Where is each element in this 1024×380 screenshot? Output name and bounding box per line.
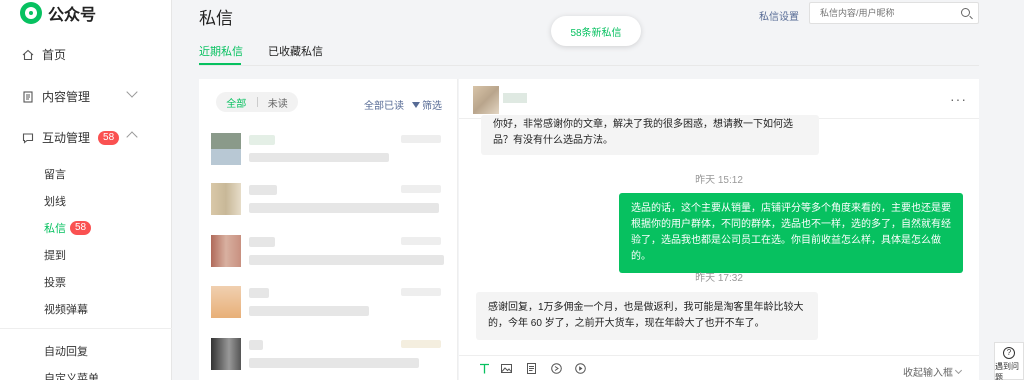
sidebar: 公众号 首页 内容管理 互动管理 58 留言 划线 私信 58 提到 投票 视频…	[0, 0, 172, 380]
message-timestamp: 昨天 15:12	[695, 175, 743, 186]
sidebar-subitem-mentions[interactable]: 提到	[44, 247, 66, 263]
list-item[interactable]	[211, 235, 446, 275]
more-options-button[interactable]: ···	[950, 91, 967, 107]
tabs-divider	[199, 65, 979, 66]
collapse-input-label: 收起输入框	[903, 368, 953, 379]
chevron-down-icon	[954, 366, 963, 374]
filter-unread[interactable]: 未读	[258, 95, 299, 110]
contact-name	[503, 93, 527, 103]
logo[interactable]: 公众号	[20, 2, 96, 24]
sidebar-item-label: 内容管理	[42, 90, 91, 104]
compose-toolbar: 收起输入框	[459, 355, 979, 380]
filter-all[interactable]: 全部	[216, 95, 257, 110]
message-timestamp: 昨天 17:32	[695, 273, 743, 284]
avatar	[211, 338, 241, 370]
unread-badge: 58	[70, 221, 92, 235]
home-icon	[22, 49, 34, 60]
chat-panel: ··· 你好，非常感谢你的文章，解决了我的很多困惑，想请教一下如何选品？有没有什…	[459, 79, 979, 380]
message-bubble-sent: 选品的话，这个主要从销量，店铺评分等多个角度来看的，主要也还是要根据你的用户群体…	[619, 193, 963, 273]
search-input[interactable]	[820, 8, 950, 18]
sidebar-subitem-messages[interactable]: 私信 58	[44, 220, 92, 236]
active-tab-indicator	[199, 63, 241, 65]
text-icon[interactable]	[479, 363, 490, 374]
document-icon	[23, 90, 33, 103]
divider	[0, 328, 172, 329]
sidebar-subitem-custom-menu[interactable]: 自定义菜单	[44, 370, 99, 380]
chat-icon	[22, 132, 34, 144]
new-messages-pill[interactable]: 58条新私信	[551, 16, 641, 46]
list-item[interactable]	[211, 286, 446, 326]
image-icon[interactable]	[501, 363, 512, 374]
sidebar-item-interaction[interactable]: 互动管理 58	[22, 129, 120, 146]
sidebar-item-label: 首页	[42, 48, 67, 62]
sidebar-item-content[interactable]: 内容管理	[22, 88, 90, 105]
message-bubble-received: 你好，非常感谢你的文章，解决了我的很多困惑，想请教一下如何选品？有没有什么选品方…	[481, 115, 819, 155]
list-item[interactable]	[211, 133, 446, 173]
search-box[interactable]	[809, 2, 979, 24]
help-button[interactable]: ? 遇到问题	[994, 342, 1024, 380]
filter-label: 筛选	[422, 101, 442, 112]
tab-recent-messages[interactable]: 近期私信	[199, 43, 243, 59]
chevron-down-icon[interactable]	[126, 86, 138, 98]
sidebar-subitem-danmaku[interactable]: 视频弹幕	[44, 301, 88, 317]
filter-button[interactable]: 筛选	[412, 97, 442, 112]
sidebar-subitem-polls[interactable]: 投票	[44, 274, 66, 290]
search-icon[interactable]	[961, 8, 970, 17]
list-item[interactable]	[211, 183, 446, 223]
message-settings-link[interactable]: 私信设置	[759, 8, 799, 23]
help-label: 遇到问题	[995, 362, 1019, 380]
video-icon[interactable]	[575, 363, 586, 374]
page-title: 私信	[199, 9, 233, 28]
conversation-list: 全部 未读 全部已读 筛选	[199, 79, 458, 380]
message-bubble-received: 感谢回复，1万多佣金一个月，也是做返利，我可能是淘客里年龄比较大的，今年 60 …	[476, 292, 818, 340]
read-filter-toggle: 全部 未读	[216, 92, 298, 112]
chat-header: ···	[459, 79, 979, 119]
sidebar-item-label: 私信	[44, 223, 66, 235]
avatar[interactable]	[473, 86, 499, 114]
unread-badge: 58	[98, 130, 120, 145]
article-icon[interactable]	[526, 363, 537, 374]
collapse-input-button[interactable]: 收起输入框	[903, 364, 963, 379]
sidebar-subitem-auto-reply[interactable]: 自动回复	[44, 343, 88, 359]
list-item[interactable]	[211, 338, 446, 378]
logo-icon	[20, 2, 42, 24]
filter-icon	[412, 101, 420, 108]
sidebar-item-label: 互动管理	[42, 131, 91, 145]
avatar	[211, 286, 241, 318]
tab-starred-messages[interactable]: 已收藏私信	[268, 43, 323, 59]
sidebar-subitem-comments[interactable]: 留言	[44, 166, 66, 182]
audio-icon[interactable]	[551, 363, 562, 374]
avatar	[211, 133, 241, 165]
sidebar-item-home[interactable]: 首页	[22, 46, 66, 63]
brand-name: 公众号	[48, 7, 97, 24]
avatar	[211, 235, 241, 267]
sidebar-subitem-highlights[interactable]: 划线	[44, 193, 66, 209]
avatar	[211, 183, 241, 215]
question-icon: ?	[1003, 347, 1015, 359]
mark-all-read-button[interactable]: 全部已读	[364, 97, 404, 112]
chevron-up-icon[interactable]	[126, 131, 138, 143]
